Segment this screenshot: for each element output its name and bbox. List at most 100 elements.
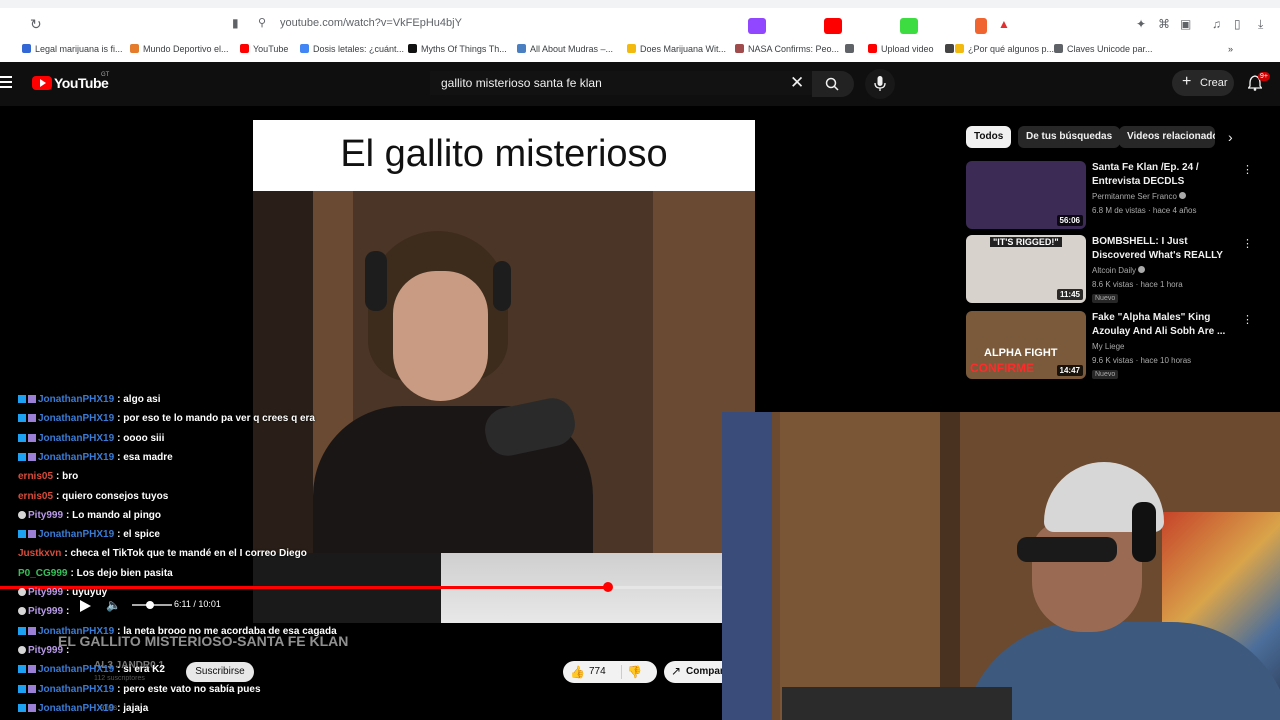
bookmark-item[interactable]: Dosis letales: ¿cuánt...: [300, 44, 404, 54]
clear-search-icon[interactable]: ✕: [790, 73, 804, 93]
bookmark-item[interactable]: Claves Unicode par...: [1054, 44, 1153, 54]
bookmark-label: ¿Por qué algunos p...: [968, 44, 1055, 54]
chat-username[interactable]: JonathanPHX19: [38, 684, 114, 695]
kick-icon[interactable]: [900, 18, 918, 34]
site-info-icon[interactable]: ⚲: [258, 16, 266, 29]
chat-username[interactable]: Justkxvn: [18, 548, 61, 559]
recommendation-channel[interactable]: Altcoin Daily: [1092, 266, 1146, 275]
address-bar[interactable]: youtube.com/watch?v=VkFEpHu4bjY: [280, 17, 462, 29]
bookmarks-bar: Legal marijuana is fi... Mundo Deportivo …: [0, 40, 1280, 62]
recommendation-channel[interactable]: Permitanme Ser Franco: [1092, 192, 1186, 201]
twitch-icon[interactable]: [748, 18, 766, 34]
chat-message: Pity999:: [18, 645, 69, 656]
chat-message: ernis05: bro: [18, 471, 78, 482]
bookmark-item[interactable]: Legal marijuana is fi...: [22, 44, 123, 54]
recommendation-thumbnail[interactable]: "IT'S RIGGED!" 11:45: [966, 235, 1086, 303]
bookmark-item[interactable]: [845, 44, 858, 54]
chat-username[interactable]: ernis05: [18, 471, 53, 482]
chat-username[interactable]: JonathanPHX19: [38, 452, 114, 463]
bookmark-item[interactable]: Upload video: [868, 44, 934, 54]
thumbs-down-icon[interactable]: 👎: [627, 665, 642, 679]
bookmark-item[interactable]: ¿Por qué algunos p...: [955, 44, 1054, 54]
sidebar-icon[interactable]: ▯: [1234, 17, 1241, 31]
chat-username[interactable]: JonathanPHX19: [38, 626, 114, 637]
chat-username[interactable]: ernis05: [18, 491, 53, 502]
bookmark-item[interactable]: Mundo Deportivo el...: [130, 44, 229, 54]
chat-username[interactable]: JonathanPHX19: [38, 413, 114, 424]
webcam-overlay: [722, 412, 1280, 720]
menu-icon[interactable]: [0, 76, 12, 88]
chat-badge-icon: [18, 626, 26, 635]
recommendation-title[interactable]: BOMBSHELL: I Just Discovered What's REAL…: [1092, 235, 1242, 263]
extensions-icon[interactable]: ✦: [1136, 17, 1146, 31]
scrubber-handle[interactable]: [603, 582, 613, 592]
chat-username[interactable]: Pity999: [28, 606, 63, 617]
time-display: 6:11 / 10:01: [174, 599, 221, 609]
youtube-logo-icon[interactable]: [32, 76, 52, 90]
playlist-icon[interactable]: ♫: [1212, 17, 1221, 31]
chip-all[interactable]: Todos: [966, 126, 1012, 148]
chat-message: JonathanPHX19: oooo siii: [18, 433, 164, 444]
wallet-icon[interactable]: ▣: [1180, 17, 1191, 31]
brave-rewards-icon[interactable]: ▲: [998, 17, 1010, 31]
play-pause-icon[interactable]: [78, 599, 92, 613]
recommendation-item[interactable]: 56:06 Santa Fe Klan /Ep. 24 / Entrevista …: [966, 161, 1266, 231]
brave-shield-icon[interactable]: [975, 18, 987, 34]
like-count[interactable]: 774: [589, 666, 606, 677]
downloads-icon[interactable]: ⤓: [1258, 17, 1263, 32]
microphone-icon: [874, 76, 886, 91]
chat-username[interactable]: JonathanPHX19: [38, 703, 114, 714]
chat-username[interactable]: JonathanPHX19: [38, 529, 114, 540]
channel-label: Altcoin Daily: [1092, 266, 1137, 275]
chip-from-searches[interactable]: De tus búsquedas: [1018, 126, 1121, 148]
bookmark-item[interactable]: NASA Confirms: Peo...: [735, 44, 839, 54]
search-button[interactable]: [812, 71, 854, 97]
bookmark-favicon-icon: [22, 44, 31, 53]
puzzle-icon[interactable]: ⌘: [1158, 17, 1170, 31]
chat-username[interactable]: JonathanPHX19: [38, 664, 114, 675]
search-icon: [825, 77, 839, 91]
volume-icon[interactable]: 🔈: [106, 598, 121, 612]
chat-username[interactable]: JonathanPHX19: [38, 433, 114, 444]
more-options-icon[interactable]: ⋮: [1242, 237, 1253, 250]
more-options-icon[interactable]: ⋮: [1242, 163, 1253, 176]
reload-icon[interactable]: ↻: [30, 16, 42, 33]
chat-badge-icon: [28, 665, 36, 674]
chat-badge-icon: [28, 684, 36, 693]
chevron-right-icon[interactable]: ›: [1228, 129, 1233, 145]
recommendation-item[interactable]: ALPHA FIGHT CONFIRME 14:47 Fake "Alpha Male…: [966, 311, 1266, 381]
thumbs-up-icon[interactable]: 👍: [570, 665, 585, 679]
recommendation-thumbnail[interactable]: ALPHA FIGHT CONFIRME 14:47: [966, 311, 1086, 379]
chat-text: : jajaja: [117, 702, 149, 714]
more-options-icon[interactable]: ⋮: [1242, 313, 1253, 326]
create-button[interactable]: + Crear: [1172, 70, 1234, 96]
more-bookmarks-icon[interactable]: »: [1228, 44, 1233, 54]
subscribe-button[interactable]: Suscribirse: [186, 662, 254, 682]
divider: [621, 665, 622, 679]
volume-knob[interactable]: [146, 601, 154, 609]
video-player[interactable]: [253, 191, 755, 553]
chat-username[interactable]: Pity999: [28, 645, 63, 656]
bookmark-label: Mundo Deportivo el...: [143, 44, 229, 54]
youtube-extension-icon[interactable]: [824, 18, 842, 34]
recommendation-title[interactable]: Santa Fe Klan /Ep. 24 / Entrevista DECDL…: [1092, 161, 1242, 189]
bookmark-item[interactable]: Myths Of Things Th...: [408, 44, 507, 54]
bookmark-icon[interactable]: ▮: [232, 16, 239, 30]
recommendation-channel[interactable]: My Liege: [1092, 342, 1124, 351]
chat-username[interactable]: Pity999: [28, 510, 63, 521]
bookmark-item[interactable]: All About Mudras –...: [517, 44, 613, 54]
chat-username[interactable]: JonathanPHX19: [38, 394, 114, 405]
recommendation-item[interactable]: "IT'S RIGGED!" 11:45 BOMBSHELL: I Just Dis…: [966, 235, 1266, 305]
chat-message: JonathanPHX19: esa madre: [18, 452, 173, 463]
recommendation-thumbnail[interactable]: 56:06: [966, 161, 1086, 229]
chip-related[interactable]: Videos relacionados: [1119, 126, 1215, 148]
bookmark-label: Myths Of Things Th...: [421, 44, 507, 54]
voice-search-button[interactable]: [865, 69, 895, 99]
bookmark-item[interactable]: YouTube: [240, 44, 288, 54]
chat-username[interactable]: Pity999: [28, 587, 63, 598]
recommendation-title[interactable]: Fake "Alpha Males" King Azoulay And Ali …: [1092, 311, 1242, 339]
headphones: [493, 261, 511, 311]
bookmark-item[interactable]: Does Marijuana Wit...: [627, 44, 726, 54]
search-input[interactable]: gallito misterioso santa fe klan: [441, 76, 602, 90]
chat-username[interactable]: P0_CG999: [18, 568, 67, 579]
